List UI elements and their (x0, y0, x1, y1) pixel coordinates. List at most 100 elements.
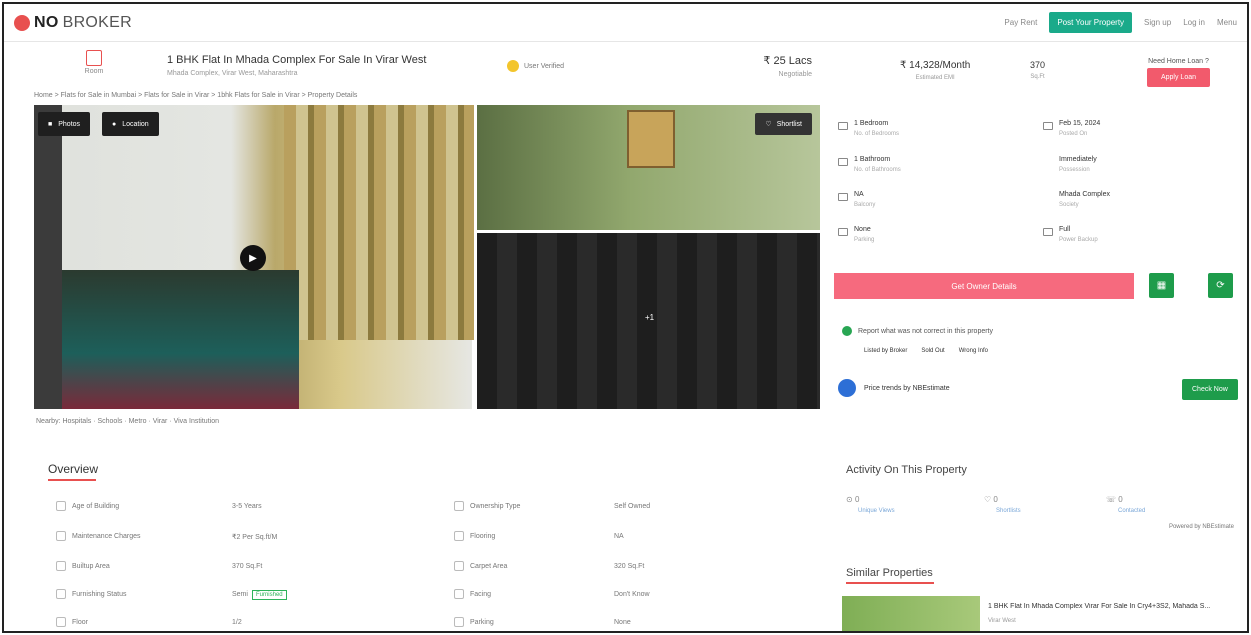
spec-power-backup: Full Power Backup (1043, 226, 1098, 243)
overview-value: 1/2 (232, 619, 242, 626)
spec-posted: Feb 15, 2024 Posted On (1043, 120, 1100, 137)
verified-label: User Verified (524, 62, 565, 70)
top-nav: Pay Rent Post Your Property Sign up Log … (1004, 12, 1237, 33)
logo-text-no: NO (34, 13, 59, 31)
menu-link[interactable]: Menu (1217, 18, 1237, 27)
nobroker-logo[interactable]: NO BROKER (14, 14, 132, 32)
share-button[interactable]: ⟳ (1208, 273, 1233, 298)
property-type: Room (82, 50, 106, 75)
photo-gallery: ■ Photos ● Location ▶ ♡ Shortlist +1 (34, 105, 820, 409)
photo-wall-edge (34, 105, 62, 409)
verified-badge: User Verified (507, 60, 564, 72)
calendar-icon: ▦ (1156, 280, 1167, 291)
check-now-button[interactable]: Check Now (1182, 379, 1238, 400)
apply-loan-button[interactable]: Apply Loan (1146, 68, 1210, 87)
sign-up-link[interactable]: Sign up (1144, 18, 1171, 27)
post-property-button[interactable]: Post Your Property (1049, 12, 1133, 33)
shortlist-label: Shortlist (776, 120, 802, 128)
activity-views: ⊙ 0 Unique Views (846, 495, 895, 514)
photo-curtain (284, 105, 474, 340)
report-text: Report what was not correct in this prop… (858, 327, 994, 335)
price-trends-row: Price trends by NBEstimate (838, 379, 950, 397)
activity-title: Activity On This Property (846, 464, 967, 476)
overview-value: Self Owned (614, 503, 651, 510)
nearby-links[interactable]: Nearby: Hospitals · Schools · Metro · Vi… (36, 418, 219, 425)
overview-label: Flooring (454, 531, 495, 541)
report-option-sold[interactable]: Sold Out (921, 348, 944, 354)
property-header: Room 1 BHK Flat In Mhada Complex For Sal… (32, 50, 812, 90)
overview-label: Furnishing Status (56, 589, 126, 599)
browser-frame: NO BROKER Pay Rent Post Your Property Sig… (2, 2, 1249, 633)
compass-icon (454, 589, 464, 599)
photos-label: Photos (58, 120, 81, 128)
overview-value: ₹2 Per Sq.ft/M (232, 534, 278, 541)
side-photo-2[interactable]: +1 (477, 233, 820, 409)
parking-icon (454, 617, 464, 627)
play-video-icon[interactable]: ▶ (240, 245, 266, 271)
location-pin-icon: ● (112, 120, 117, 128)
ownership-icon (454, 501, 464, 511)
similar-property-title[interactable]: 1 BHK Flat In Mhada Complex Virar For Sa… (988, 603, 1238, 610)
report-option-broker[interactable]: Listed by Broker (864, 348, 907, 354)
side-photo-1[interactable]: ♡ Shortlist (477, 105, 820, 230)
camera-icon: ■ (48, 120, 53, 128)
pay-rent-link[interactable]: Pay Rent (1004, 18, 1037, 27)
calendar-button[interactable]: ▦ (1149, 273, 1174, 298)
logo-icon (14, 14, 30, 31)
overview-value: Semi Furnished (232, 590, 287, 600)
overview-label: Builtup Area (56, 561, 110, 571)
balcony-icon (838, 193, 848, 201)
power-icon (1043, 228, 1053, 236)
spec-society: Mhada Complex Society (1059, 191, 1110, 208)
main-photo[interactable]: ■ Photos ● Location ▶ (34, 105, 474, 409)
share-icon: ⟳ (1216, 280, 1225, 291)
contact-icon: ☏ (1106, 495, 1119, 504)
get-owner-details-button[interactable]: Get Owner Details (834, 273, 1134, 299)
floor-icon (56, 617, 66, 627)
property-title: 1 BHK Flat In Mhada Complex For Sale In … (167, 54, 427, 66)
photo-bed (54, 270, 299, 409)
overview-label: Age of Building (56, 501, 119, 511)
heart-icon: ♡ (765, 121, 772, 128)
carpet-icon (454, 561, 464, 571)
home-loan-block: Need Home Loan ? Apply Loan (1146, 58, 1210, 87)
top-bar: NO BROKER Pay Rent Post Your Property Sig… (4, 4, 1247, 42)
overview-label: Carpet Area (454, 561, 507, 571)
activity-contacted: ☏ 0 Contacted (1106, 495, 1146, 514)
logo-text-broker: BROKER (62, 13, 132, 31)
report-option-wrong[interactable]: Wrong Info (959, 348, 988, 354)
report-options: Listed by Broker Sold Out Wrong Info (864, 348, 988, 354)
powered-by: Powered by NBEstimate (1168, 524, 1234, 530)
overview-value: NA (614, 533, 624, 540)
overview-value: None (614, 619, 631, 626)
photos-button[interactable]: ■ Photos (38, 112, 91, 136)
property-address: Mhada Complex, Virar West, Maharashtra (167, 70, 298, 77)
bed-icon (838, 122, 848, 130)
overview-label: Maintenance Charges (56, 531, 141, 541)
location-button[interactable]: ● Location (102, 112, 159, 136)
overview-label: Ownership Type (454, 501, 520, 511)
verified-icon (507, 60, 519, 72)
calendar-icon (1043, 122, 1053, 130)
overview-title: Overview (48, 462, 98, 481)
negotiable-label: Negotiable (778, 71, 812, 78)
overview-value: 3-5 Years (232, 503, 262, 510)
area-icon (56, 561, 66, 571)
activity-shortlists: ♡ 0 Shortlists (984, 495, 1021, 514)
breadcrumb[interactable]: Home > Flats for Sale in Mumbai > Flats … (34, 92, 357, 99)
spec-balcony: NA Balcony (838, 191, 875, 208)
building-icon (56, 501, 66, 511)
home-icon (86, 50, 102, 66)
spec-bedrooms: 1 Bedroom No. of Bedrooms (838, 120, 899, 137)
shortlist-button[interactable]: ♡ Shortlist (755, 113, 812, 135)
overview-value: 370 Sq.Ft (232, 563, 263, 570)
similar-property-location: Virar West (988, 618, 1016, 624)
eye-icon: ⊙ (846, 495, 855, 504)
price-trends-text: Price trends by NBEstimate (864, 384, 950, 392)
property-price: ₹ 25 Lacs (763, 55, 812, 67)
home-label: Room (84, 68, 104, 75)
log-in-link[interactable]: Log in (1183, 18, 1205, 27)
more-photos-count: +1 (645, 313, 655, 322)
spec-parking: None Parking (838, 226, 874, 243)
similar-property-image[interactable] (842, 596, 980, 631)
